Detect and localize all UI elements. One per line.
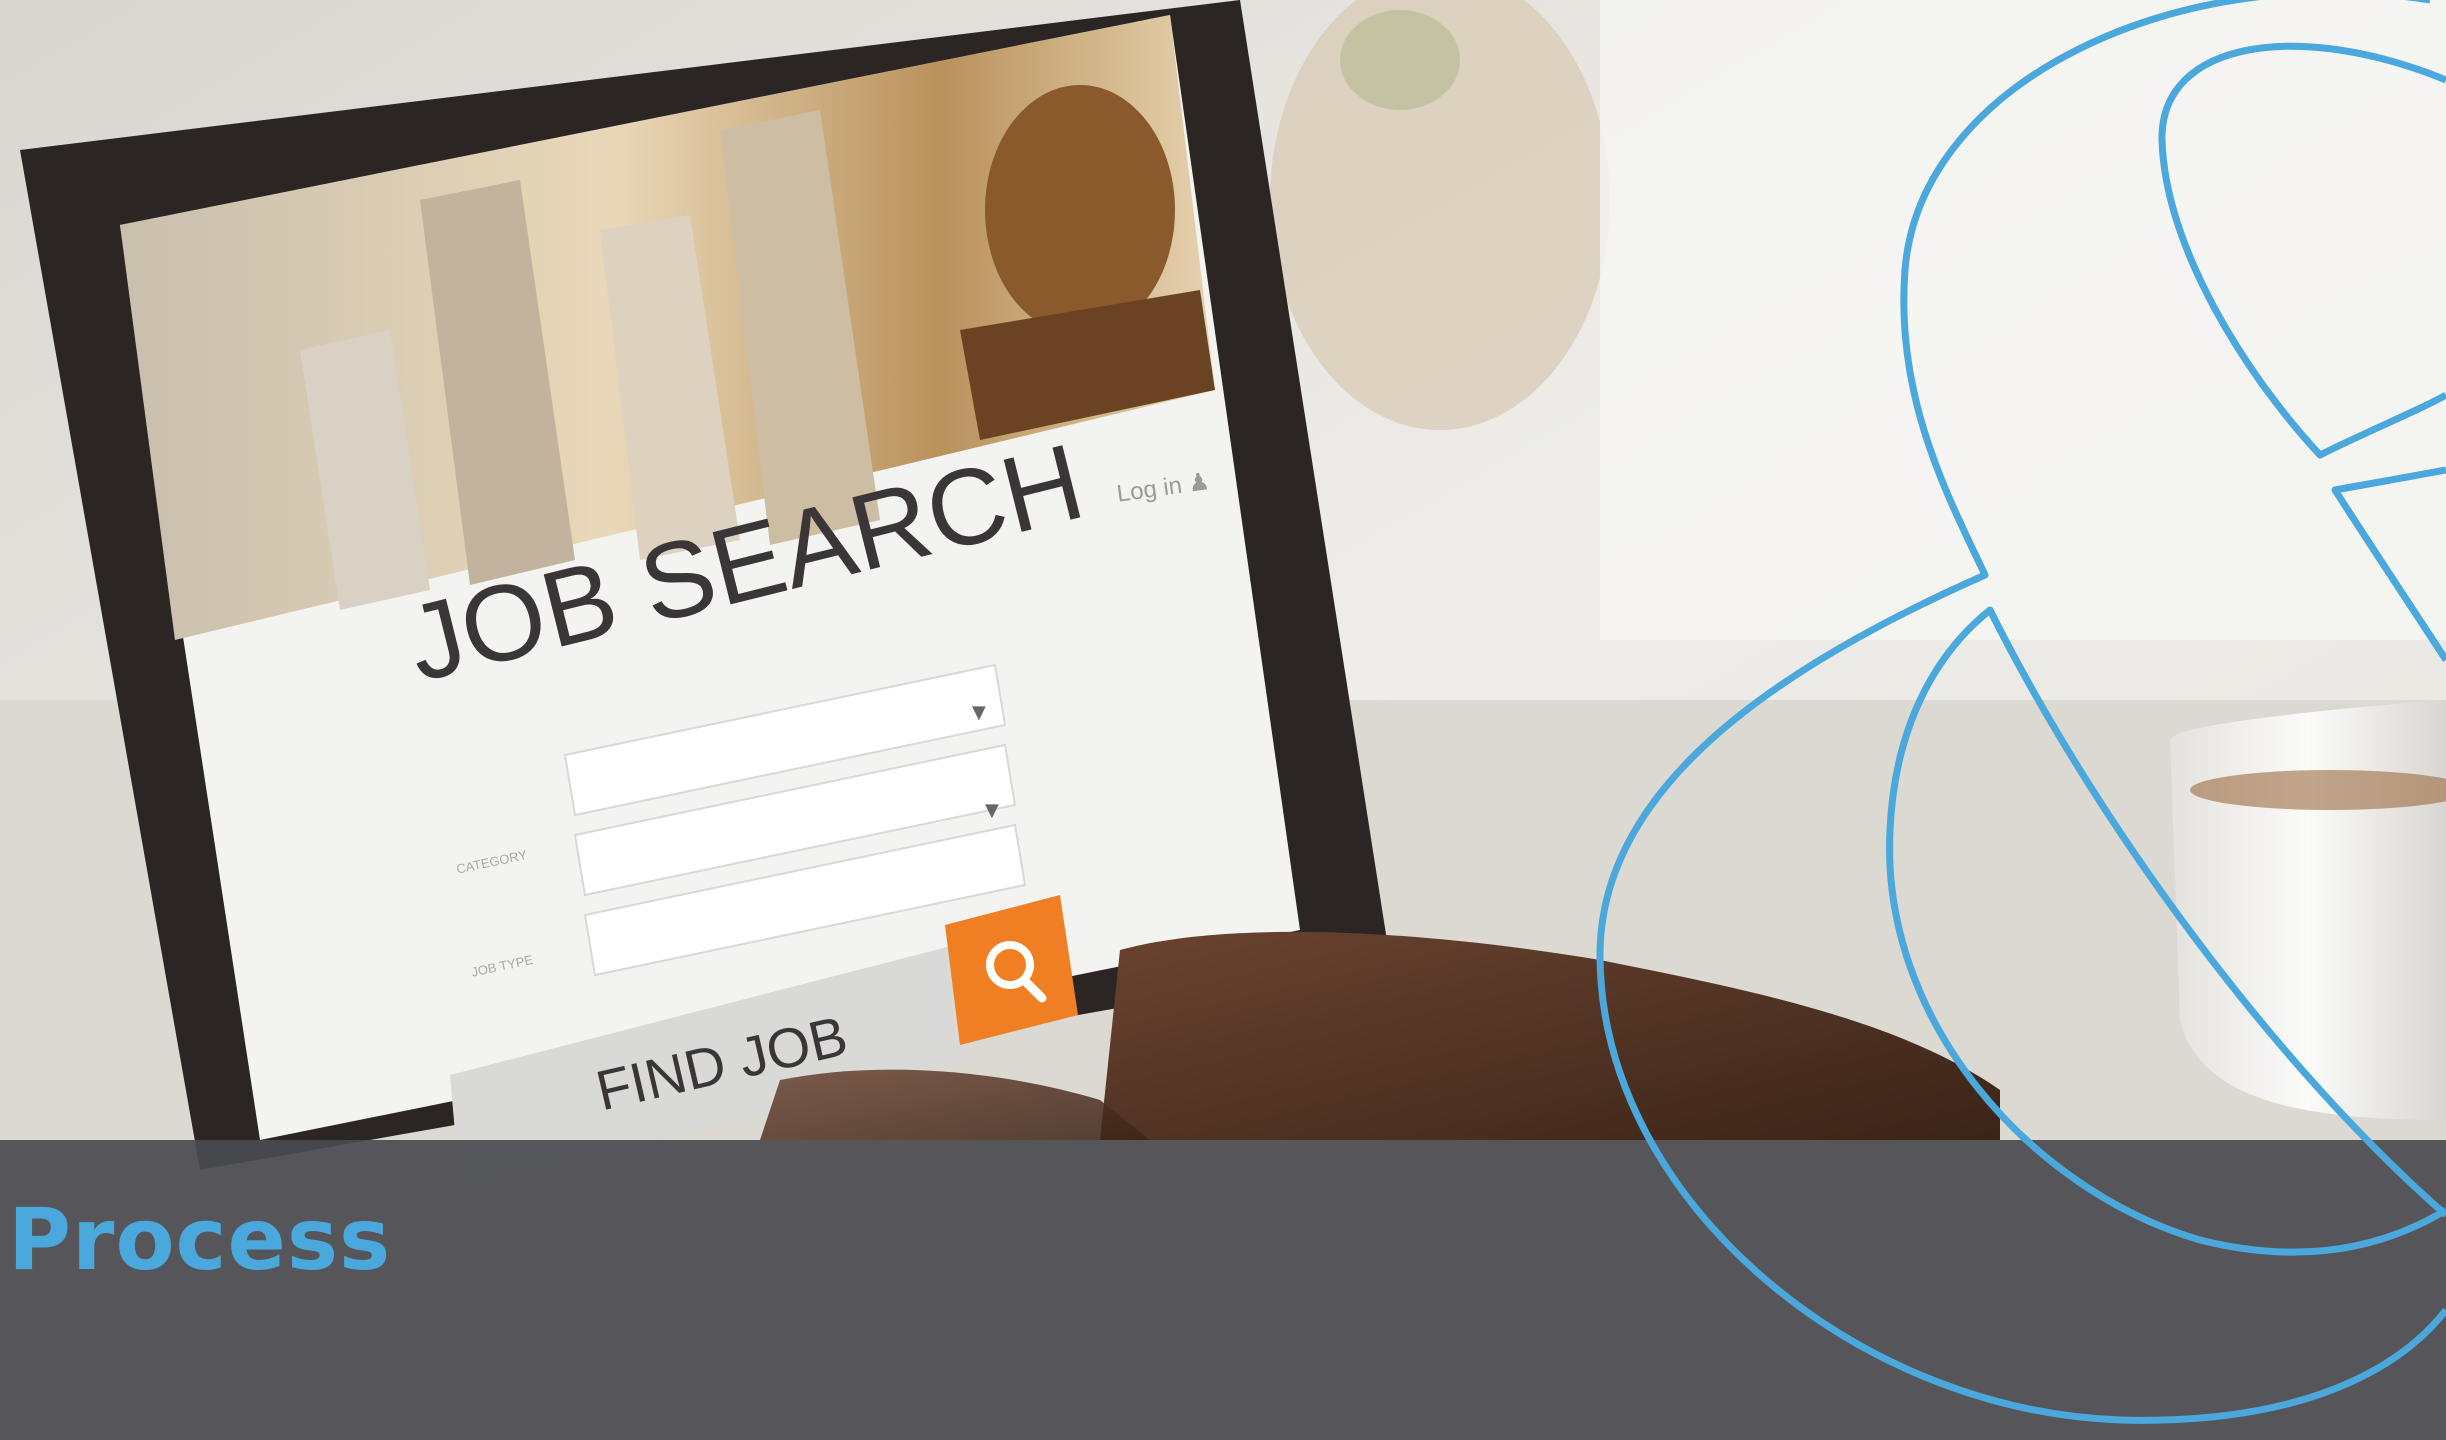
hero-banner: JOB SEARCH Log in ♟ CATEGORY JOB TYPE ▼ … <box>0 0 2446 1440</box>
section-title: Process <box>8 1190 392 1290</box>
search-button[interactable] <box>945 905 1065 1025</box>
caption-band <box>0 1140 2446 1440</box>
job-type-dropdown-icon[interactable]: ▼ <box>985 800 999 821</box>
user-icon: ♟ <box>1186 467 1212 498</box>
category-dropdown-icon[interactable]: ▼ <box>972 702 986 723</box>
